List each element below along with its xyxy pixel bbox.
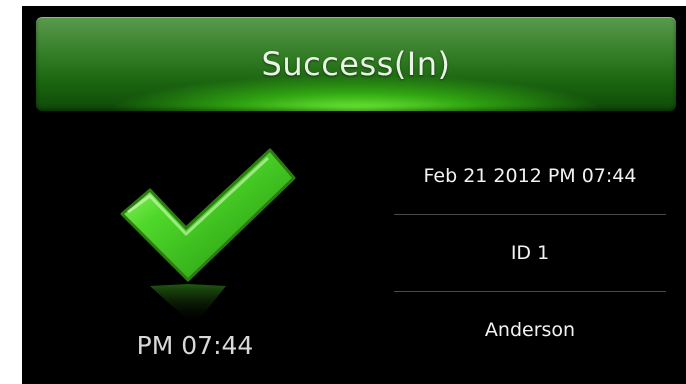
user-id: ID 1 (394, 215, 666, 292)
user-name: Anderson (484, 319, 576, 341)
checkmark-icon (114, 148, 304, 348)
status-banner: Success(In) (36, 17, 676, 111)
event-time: PM 07:44 (136, 331, 254, 360)
terminal-screen: Success(In) PM 07:44 Feb 21 2012 PM 07:4… (22, 6, 686, 384)
datetime-value: Feb 21 2012 PM 07:44 (394, 138, 666, 215)
status-title: Success(In) (261, 45, 451, 83)
details-panel: Feb 21 2012 PM 07:44 ID 1 Anderson (394, 138, 666, 368)
